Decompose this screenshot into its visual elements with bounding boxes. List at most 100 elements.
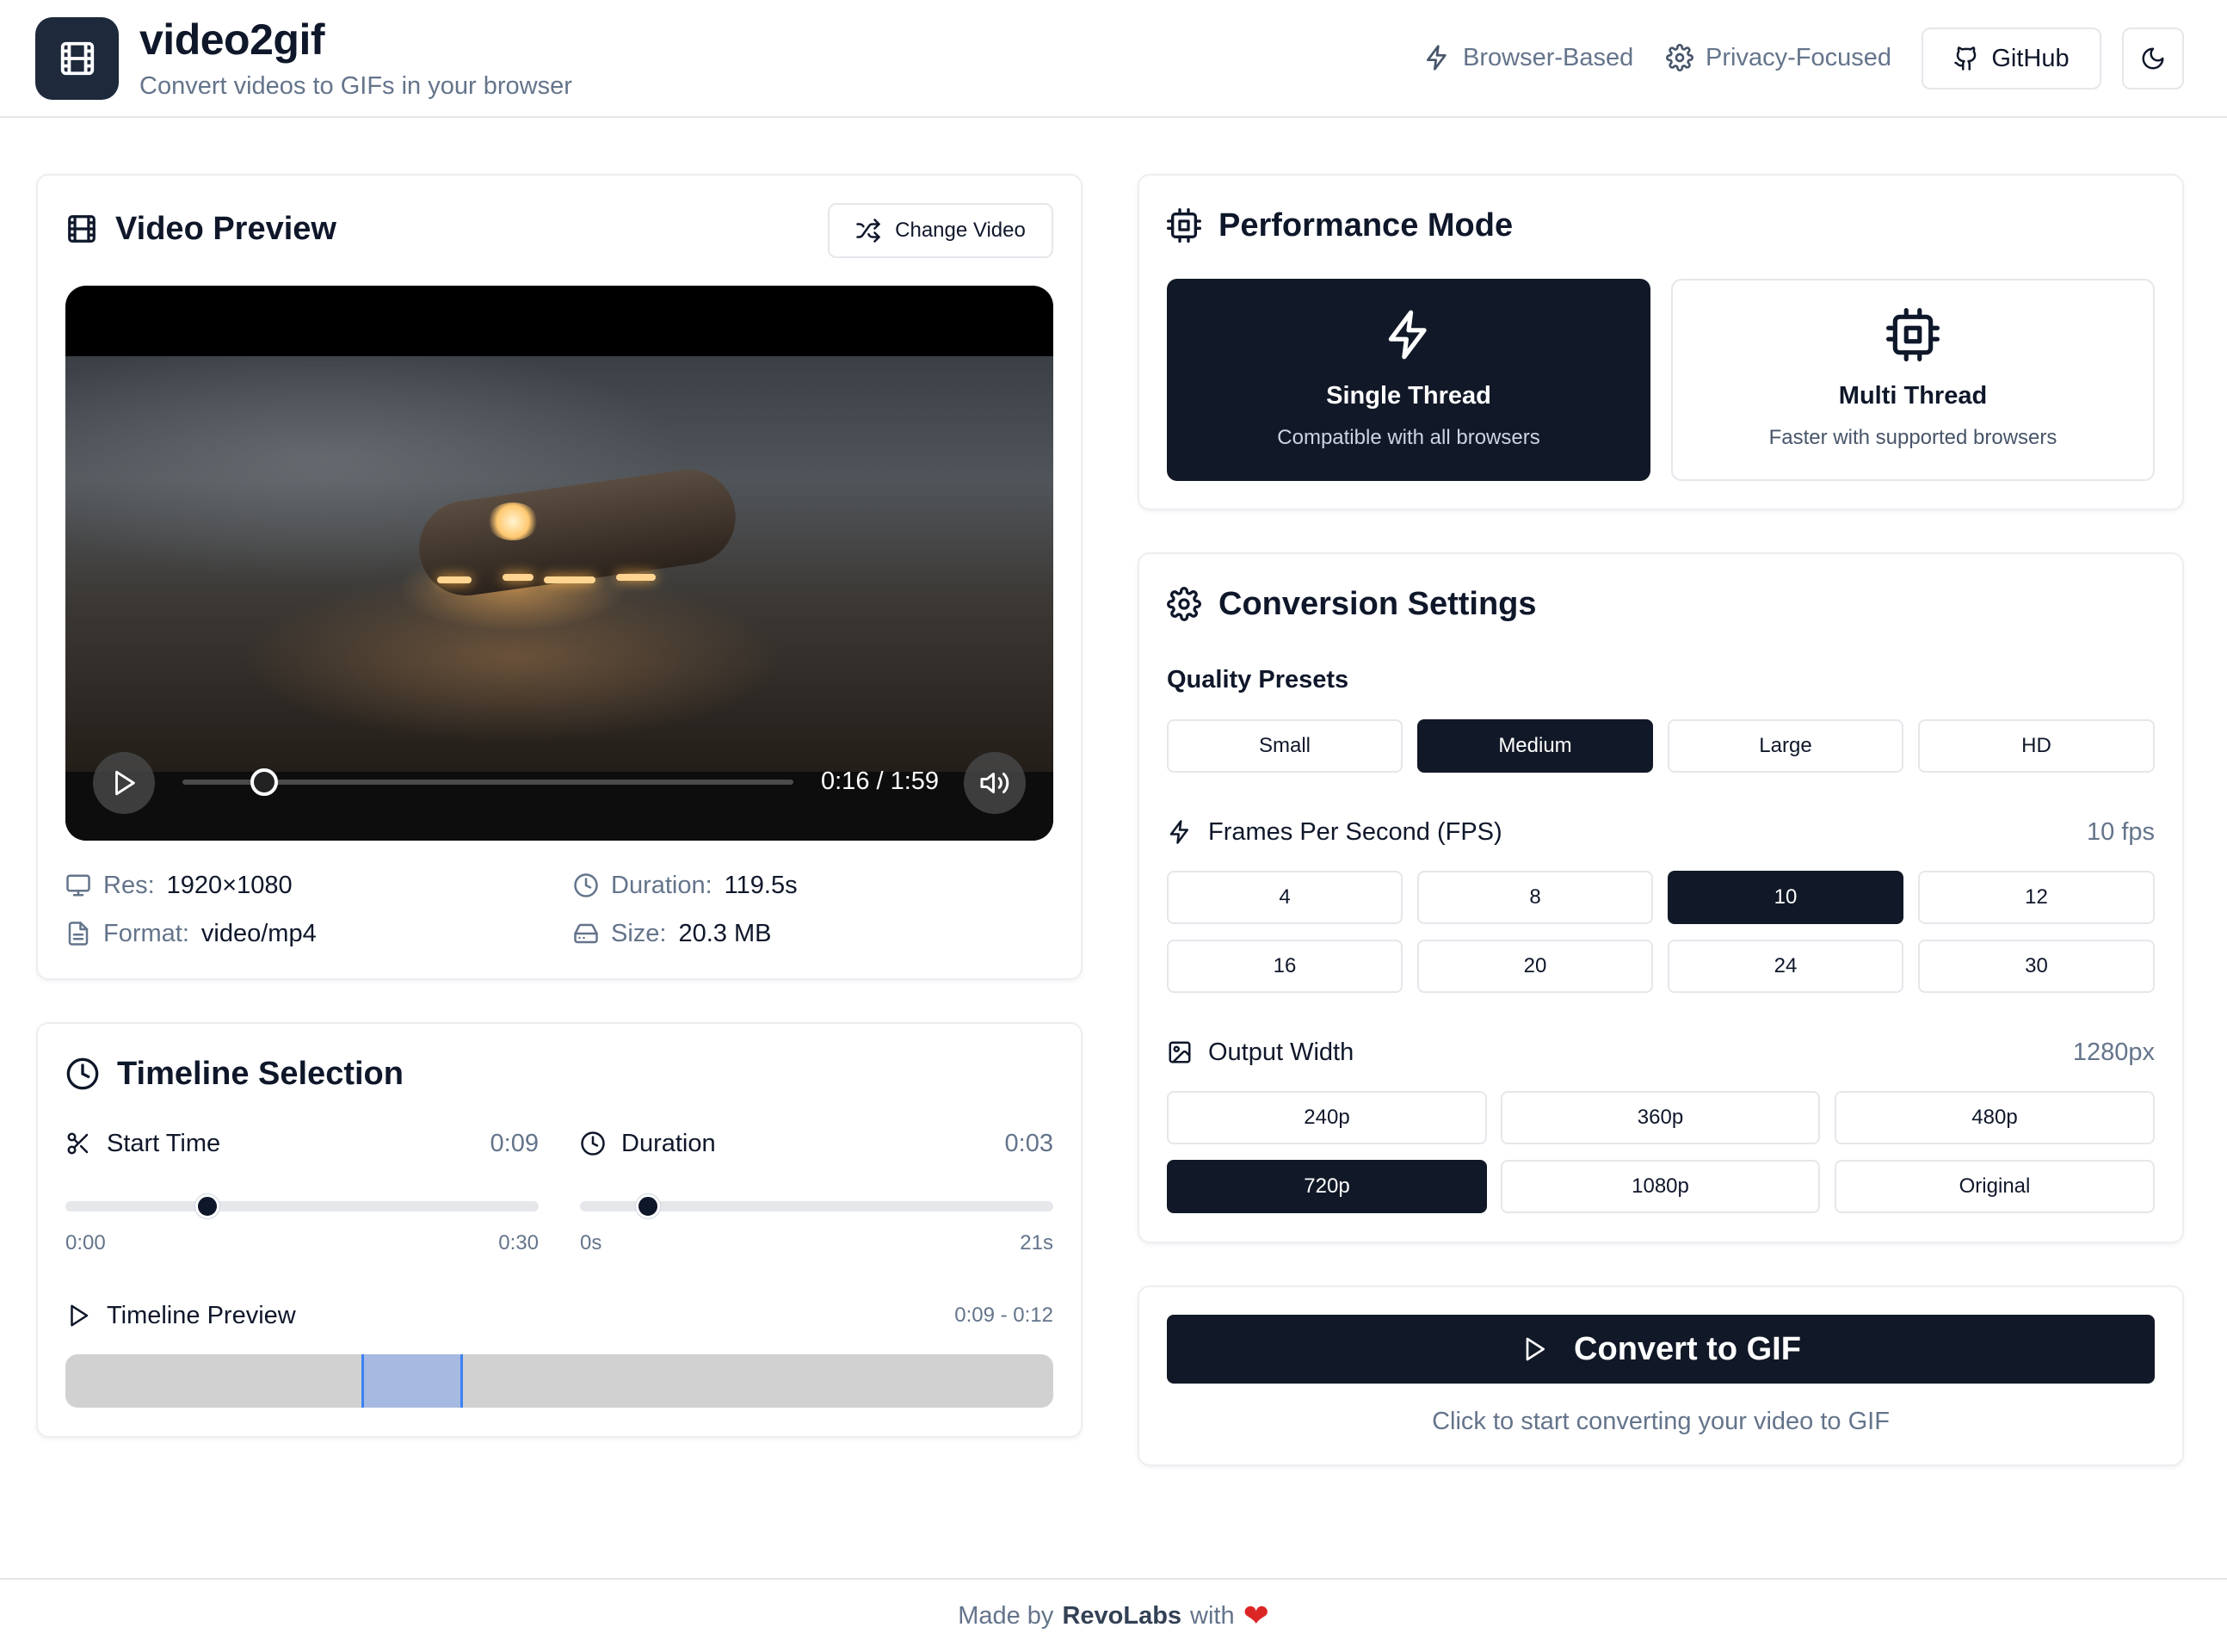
fps-30-button[interactable]: 30 bbox=[1918, 940, 2155, 993]
shuffle-icon bbox=[856, 219, 880, 243]
start-time-slider[interactable] bbox=[65, 1201, 539, 1211]
duration-label: Duration bbox=[580, 1128, 716, 1159]
theme-toggle-button[interactable] bbox=[2122, 28, 2184, 89]
time-display: 0:16 / 1:59 bbox=[821, 767, 940, 795]
gear-icon bbox=[1167, 587, 1201, 621]
play-button[interactable] bbox=[93, 752, 155, 814]
hard-drive-icon bbox=[574, 923, 598, 944]
timeline-selection[interactable] bbox=[361, 1354, 463, 1408]
width-240p-button[interactable]: 240p bbox=[1167, 1091, 1487, 1144]
single-thread-option[interactable]: Single Thread Compatible with all browse… bbox=[1167, 279, 1650, 481]
timeline-preview-bar[interactable] bbox=[65, 1354, 1053, 1408]
duration-value: 0:03 bbox=[1004, 1130, 1053, 1157]
meta-duration: Duration: 119.5s bbox=[573, 870, 798, 901]
cpu-icon bbox=[1167, 208, 1201, 243]
conversion-settings-title: Conversion Settings bbox=[1167, 585, 1537, 623]
multi-thread-desc: Faster with supported browsers bbox=[1768, 426, 2057, 449]
single-thread-title: Single Thread bbox=[1326, 382, 1491, 410]
zap-icon bbox=[1169, 820, 1188, 844]
start-time-value: 0:09 bbox=[490, 1130, 539, 1157]
duration-min-label: 0s bbox=[580, 1231, 602, 1254]
quality-small-button[interactable]: Small bbox=[1167, 719, 1403, 773]
width-1080p-button[interactable]: 1080p bbox=[1501, 1160, 1820, 1213]
cpu-icon bbox=[1886, 308, 1940, 361]
output-width-value: 1280px bbox=[2072, 1039, 2155, 1066]
quality-medium-button[interactable]: Medium bbox=[1417, 719, 1653, 773]
github-label: GitHub bbox=[1991, 44, 2070, 72]
start-max-label: 0:30 bbox=[498, 1231, 539, 1254]
timeline-preview-range: 0:09 - 0:12 bbox=[954, 1304, 1053, 1327]
fps-label-text: Frames Per Second (FPS) bbox=[1208, 818, 1502, 846]
browser-based-badge: Browser-Based bbox=[1423, 40, 1633, 75]
app-title: video2gif bbox=[139, 15, 324, 64]
video-light-strip bbox=[503, 574, 534, 581]
start-time-handle[interactable] bbox=[195, 1194, 219, 1218]
meta-resolution: Res: 1920×1080 bbox=[65, 870, 293, 901]
quality-hd-button[interactable]: HD bbox=[1918, 719, 2155, 773]
app-logo bbox=[35, 17, 119, 100]
zap-icon bbox=[1427, 45, 1447, 71]
volume-icon bbox=[980, 773, 1009, 793]
convert-hint: Click to start converting your video to … bbox=[1432, 1408, 1890, 1435]
video-light-strip bbox=[544, 576, 595, 583]
width-480p-button[interactable]: 480p bbox=[1835, 1091, 2155, 1144]
scissors-icon bbox=[67, 1132, 89, 1155]
timeline-title-text: Timeline Selection bbox=[117, 1056, 404, 1092]
fps-value: 10 fps bbox=[2087, 818, 2155, 846]
clock-icon bbox=[66, 1057, 99, 1090]
performance-title: Performance Mode bbox=[1167, 206, 1513, 244]
fps-20-button[interactable]: 20 bbox=[1417, 940, 1653, 993]
width-720p-button[interactable]: 720p bbox=[1167, 1160, 1487, 1213]
video-light-strip bbox=[437, 576, 472, 583]
change-video-button[interactable]: Change Video bbox=[828, 203, 1053, 258]
video-player[interactable]: 0:16 / 1:59 bbox=[65, 286, 1053, 841]
performance-title-text: Performance Mode bbox=[1218, 207, 1514, 243]
duration-handle[interactable] bbox=[635, 1194, 660, 1218]
seek-handle[interactable] bbox=[250, 768, 279, 796]
meta-format: Format: video/mp4 bbox=[65, 918, 317, 949]
duration-value: 119.5s bbox=[724, 872, 798, 899]
quality-large-button[interactable]: Large bbox=[1668, 719, 1903, 773]
width-360p-button[interactable]: 360p bbox=[1501, 1091, 1820, 1144]
monitor-icon bbox=[66, 874, 90, 897]
start-time-label: Start Time bbox=[65, 1128, 220, 1159]
multi-thread-option[interactable]: Multi Thread Faster with supported brows… bbox=[1671, 279, 2155, 481]
timeline-preview-label: Timeline Preview bbox=[65, 1300, 296, 1331]
image-icon bbox=[1169, 1041, 1191, 1063]
fps-16-button[interactable]: 16 bbox=[1167, 940, 1403, 993]
start-min-label: 0:00 bbox=[65, 1231, 106, 1254]
app-header: video2gif Convert videos to GIFs in your… bbox=[0, 0, 2227, 118]
fps-4-button[interactable]: 4 bbox=[1167, 871, 1403, 924]
video-preview-title: Video Preview bbox=[65, 210, 336, 248]
size-label: Size: bbox=[611, 920, 667, 947]
change-video-label: Change Video bbox=[895, 219, 1026, 242]
single-thread-desc: Compatible with all browsers bbox=[1277, 426, 1540, 449]
fps-24-button[interactable]: 24 bbox=[1668, 940, 1903, 993]
convert-to-gif-label: Convert to GIF bbox=[1574, 1330, 1801, 1367]
size-value: 20.3 MB bbox=[678, 920, 772, 947]
timeline-title: Timeline Selection bbox=[65, 1055, 404, 1093]
film-icon bbox=[68, 215, 96, 243]
film-icon bbox=[60, 41, 94, 76]
fps-8-button[interactable]: 8 bbox=[1417, 871, 1653, 924]
video-light-strip bbox=[616, 574, 656, 581]
width-original-button[interactable]: Original bbox=[1835, 1160, 2155, 1213]
file-icon bbox=[68, 922, 89, 946]
footer-brand-link[interactable]: RevoLabs bbox=[1062, 1602, 1181, 1630]
github-icon bbox=[1954, 46, 1977, 71]
multi-thread-title: Multi Thread bbox=[1838, 382, 1988, 410]
gear-icon bbox=[1666, 44, 1693, 71]
fps-10-button[interactable]: 10 bbox=[1668, 871, 1903, 924]
meta-size: Size: 20.3 MB bbox=[573, 918, 771, 949]
volume-button[interactable] bbox=[964, 752, 1026, 814]
fps-12-button[interactable]: 12 bbox=[1918, 871, 2155, 924]
start-time-text: Start Time bbox=[107, 1130, 221, 1157]
play-icon bbox=[115, 770, 135, 796]
convert-to-gif-button[interactable]: Convert to GIF bbox=[1167, 1315, 2155, 1384]
footer-suffix: with bbox=[1190, 1601, 1235, 1630]
timeline-preview-text: Timeline Preview bbox=[107, 1302, 296, 1329]
clock-icon bbox=[581, 1131, 605, 1156]
footer: Made by RevoLabs with ❤ bbox=[0, 1578, 2227, 1652]
github-button[interactable]: GitHub bbox=[1922, 28, 2101, 89]
footer-prefix: Made by bbox=[958, 1601, 1054, 1630]
